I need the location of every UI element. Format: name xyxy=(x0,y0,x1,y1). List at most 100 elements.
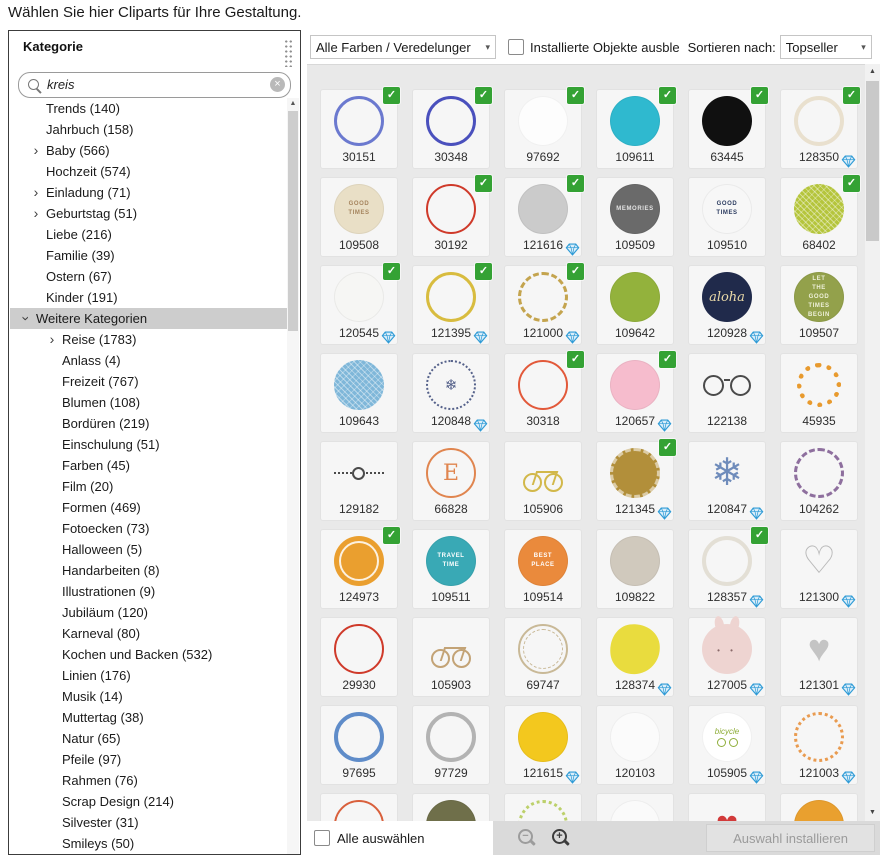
clipart-tile[interactable]: 69747 xyxy=(504,617,582,697)
category-item[interactable]: Silvester (31) xyxy=(10,812,287,833)
select-all-checkbox[interactable] xyxy=(314,830,330,846)
clipart-tile[interactable]: 104262 xyxy=(780,441,858,521)
scroll-up-icon[interactable]: ▲ xyxy=(865,64,880,80)
clipart-tile[interactable]: 30318✓ xyxy=(504,353,582,433)
sidebar-scrollbar-thumb[interactable] xyxy=(288,111,298,331)
category-item[interactable]: ›Weitere Kategorien xyxy=(10,308,287,329)
category-item[interactable]: Film (20) xyxy=(10,476,287,497)
zoom-out-button[interactable]: − xyxy=(515,826,539,850)
clipart-tile[interactable]: 30151✓ xyxy=(320,89,398,169)
category-item[interactable]: ›Geburtstag (51) xyxy=(10,203,287,224)
category-item[interactable]: Scrap Design (214) xyxy=(10,791,287,812)
category-item[interactable]: Muttertag (38) xyxy=(10,707,287,728)
clipart-tile[interactable]: 45935 xyxy=(780,353,858,433)
search-input[interactable] xyxy=(47,75,266,94)
clipart-tile[interactable]: 109643 xyxy=(320,353,398,433)
clipart-tile[interactable]: LETTHEGOODTIMESBEGIN109507 xyxy=(780,265,858,345)
expand-arrow-icon[interactable]: › xyxy=(46,329,58,350)
clipart-tile[interactable]: 109611✓ xyxy=(596,89,674,169)
clipart-tile[interactable]: 121615 xyxy=(504,705,582,785)
category-item[interactable]: Trends (140) xyxy=(10,98,287,119)
clipart-tile[interactable]: 128350✓ xyxy=(780,89,858,169)
category-item[interactable]: Illustrationen (9) xyxy=(10,581,287,602)
category-item[interactable]: Jubiläum (120) xyxy=(10,602,287,623)
clipart-tile[interactable]: 105903 xyxy=(412,617,490,697)
clipart-tile[interactable] xyxy=(504,793,582,821)
color-filter-dropdown[interactable]: Alle Farben / Veredelunger ▾ xyxy=(310,35,496,59)
clipart-tile[interactable]: 109822 xyxy=(596,529,674,609)
clipart-tile[interactable]: 120657✓ xyxy=(596,353,674,433)
category-item[interactable]: Fotoecken (73) xyxy=(10,518,287,539)
install-button[interactable]: Auswahl installieren xyxy=(706,824,875,852)
category-item[interactable]: Liebe (216) xyxy=(10,224,287,245)
clipart-tile[interactable] xyxy=(596,793,674,821)
clipart-tile[interactable]: ♡121300 xyxy=(780,529,858,609)
sort-dropdown[interactable]: Topseller ▾ xyxy=(780,35,872,59)
clipart-tile[interactable]: 121003 xyxy=(780,705,858,785)
clipart-tile[interactable]: BESTPLACE109514 xyxy=(504,529,582,609)
clipart-tile[interactable]: 121395✓ xyxy=(412,265,490,345)
clipart-tile[interactable]: 121000✓ xyxy=(504,265,582,345)
clipart-tile[interactable]: ❄120848 xyxy=(412,353,490,433)
category-item[interactable]: ›Baby (566) xyxy=(10,140,287,161)
clipart-tile[interactable]: 97695 xyxy=(320,705,398,785)
expand-arrow-icon[interactable]: › xyxy=(30,203,42,224)
category-item[interactable]: ›Reise (1783) xyxy=(10,329,287,350)
category-item[interactable]: Freizeit (767) xyxy=(10,371,287,392)
clipart-tile[interactable]: TRAVELTIME109511 xyxy=(412,529,490,609)
search-box[interactable]: × xyxy=(18,72,291,98)
clipart-tile[interactable]: 129182 xyxy=(320,441,398,521)
category-item[interactable]: Formen (469) xyxy=(10,497,287,518)
clipart-tile[interactable]: 30348✓ xyxy=(412,89,490,169)
clipart-tile[interactable]: 124973✓ xyxy=(320,529,398,609)
category-item[interactable]: Pfeile (97) xyxy=(10,749,287,770)
category-item[interactable]: Handarbeiten (8) xyxy=(10,560,287,581)
clipart-tile[interactable]: • •127005 xyxy=(688,617,766,697)
clipart-tile[interactable]: 109642 xyxy=(596,265,674,345)
category-item[interactable]: Musik (14) xyxy=(10,686,287,707)
category-item[interactable]: Jahrbuch (158) xyxy=(10,119,287,140)
category-item[interactable]: Ostern (67) xyxy=(10,266,287,287)
category-item[interactable]: Einschulung (51) xyxy=(10,434,287,455)
clipart-tile[interactable]: 121616✓ xyxy=(504,177,582,257)
category-item[interactable]: Rahmen (76) xyxy=(10,770,287,791)
expand-arrow-icon[interactable]: › xyxy=(30,140,42,161)
category-item[interactable]: Farben (45) xyxy=(10,455,287,476)
category-item[interactable]: Bordüren (219) xyxy=(10,413,287,434)
clipart-tile[interactable]: MEMORIES109509 xyxy=(596,177,674,257)
main-scrollbar[interactable]: ▲ ▼ xyxy=(865,64,880,821)
clipart-tile[interactable]: 105906 xyxy=(504,441,582,521)
expand-arrow-icon[interactable]: › xyxy=(30,182,42,203)
clipart-tile[interactable]: 121345✓ xyxy=(596,441,674,521)
clipart-tile[interactable]: E66828 xyxy=(412,441,490,521)
category-item[interactable]: Linien (176) xyxy=(10,665,287,686)
scroll-up-icon[interactable]: ▲ xyxy=(287,98,299,110)
main-scrollbar-thumb[interactable] xyxy=(866,81,879,241)
category-item[interactable]: ›Einladung (71) xyxy=(10,182,287,203)
clipart-tile[interactable]: 122138 xyxy=(688,353,766,433)
sidebar-scrollbar[interactable]: ▲ xyxy=(287,98,299,854)
zoom-in-button[interactable]: + xyxy=(549,826,573,850)
clipart-tile[interactable]: 30192✓ xyxy=(412,177,490,257)
category-item[interactable]: Smileys (50) xyxy=(10,833,287,853)
category-item[interactable]: Hochzeit (574) xyxy=(10,161,287,182)
category-item[interactable]: Halloween (5) xyxy=(10,539,287,560)
clipart-tile[interactable]: 97729 xyxy=(412,705,490,785)
clipart-tile[interactable]: 120103 xyxy=(596,705,674,785)
category-item[interactable]: Natur (65) xyxy=(10,728,287,749)
clipart-tile[interactable]: 128374 xyxy=(596,617,674,697)
category-item[interactable]: Anlass (4) xyxy=(10,350,287,371)
clipart-tile[interactable]: 128357✓ xyxy=(688,529,766,609)
category-item[interactable]: Kinder (191) xyxy=(10,287,287,308)
clipart-tile[interactable]: ♥121301 xyxy=(780,617,858,697)
clipart-tile[interactable] xyxy=(780,793,858,821)
clipart-tile[interactable]: 97692✓ xyxy=(504,89,582,169)
clipart-tile[interactable]: 68402✓ xyxy=(780,177,858,257)
collapse-arrow-icon[interactable]: › xyxy=(16,313,37,325)
scroll-down-icon[interactable]: ▼ xyxy=(865,805,880,821)
clipart-tile[interactable]: GOODTIMES109508 xyxy=(320,177,398,257)
clipart-tile[interactable]: ❄120847 xyxy=(688,441,766,521)
category-item[interactable]: Familie (39) xyxy=(10,245,287,266)
clipart-tile[interactable]: aloha120928 xyxy=(688,265,766,345)
clear-search-icon[interactable]: × xyxy=(270,77,285,92)
